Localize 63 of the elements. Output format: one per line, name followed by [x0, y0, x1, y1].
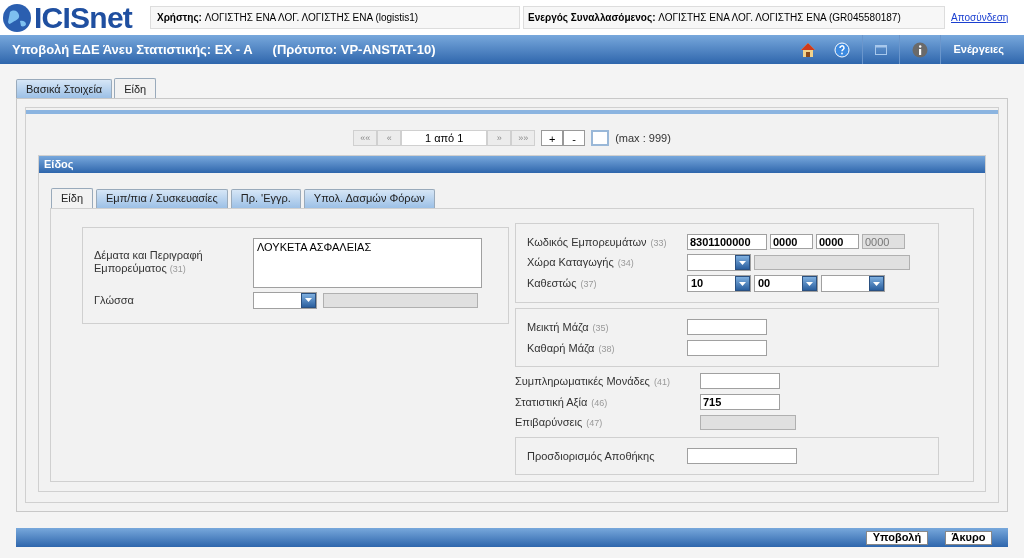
input-field[interactable]: [700, 373, 780, 390]
section-header: Είδος: [39, 155, 985, 173]
input-field[interactable]: 715: [700, 393, 780, 410]
field-label: Στατιστική Αξία: [515, 394, 588, 410]
field-label: Επιβαρύνσεις: [515, 415, 583, 430]
add-button[interactable]: +: [541, 130, 564, 147]
tab[interactable]: Υπολ. Δασμών Φόρων: [303, 188, 435, 208]
field-label: Κωδικός Εμπορευμάτων: [527, 234, 647, 250]
input-field[interactable]: 8301100000: [687, 233, 767, 250]
field-number: (41): [653, 376, 670, 389]
submit-button[interactable]: Υποβολή: [866, 530, 928, 545]
description-textarea[interactable]: ΛΟΥΚΕΤΑ ΑΣΦΑΛΕΙΑΣ: [253, 237, 482, 288]
field-label: Συμπληρωματικές Μονάδες: [515, 374, 650, 389]
field-number: (34): [617, 257, 634, 271]
readonly-field[interactable]: [323, 292, 478, 308]
field-number: (35): [592, 322, 609, 335]
remove-button[interactable]: -: [563, 130, 586, 147]
trader-info: Ενεργός Συναλλασόμενος: ΛΟΓΙΣΤΗΣ ΕΝΑ ΛΟΓ. ΛΟΓΙΣΤΗΣ ΕΝΑ (GR045580187): [523, 6, 945, 29]
dropdown[interactable]: 10: [687, 275, 751, 292]
field-label: Καθαρή Μάζα: [527, 340, 595, 356]
logout-link[interactable]: Αποσύνδεση: [951, 10, 1009, 25]
dropdown[interactable]: [687, 254, 751, 271]
field-label: Μεικτή Μάζα: [527, 320, 589, 335]
cancel-button[interactable]: Άκυρο: [945, 530, 992, 545]
window-icon[interactable]: [875, 44, 888, 55]
dropdown[interactable]: [821, 275, 885, 292]
page-title: Υποβολή ΕΔΕ Άνευ Στατιστικής: EX - A: [12, 40, 253, 59]
readonly-field[interactable]: [754, 255, 910, 270]
input-field[interactable]: 0000: [816, 234, 859, 250]
home-icon[interactable]: [800, 41, 817, 58]
field-label: Χώρα Καταγωγής: [527, 255, 614, 271]
dropdown[interactable]: 00: [754, 275, 818, 292]
field-label: Προσδιορισμός Αποθήκης: [527, 448, 655, 464]
template-name: (Πρότυπο: VP-ANSTAT-10): [272, 40, 436, 59]
actions-menu[interactable]: Ενέργειες: [953, 41, 1012, 58]
globe-logo-icon: [2, 2, 32, 33]
input-field[interactable]: [687, 319, 767, 336]
field-label: Γλώσσα: [94, 292, 134, 308]
field-number: (38): [598, 342, 615, 356]
tab[interactable]: Εμπ/πια / Συσκευασίες: [96, 188, 228, 208]
info-icon[interactable]: [912, 41, 929, 58]
field-label: Καθεστώς: [527, 276, 577, 292]
page-input[interactable]: [591, 130, 610, 147]
readonly-field[interactable]: [700, 414, 796, 430]
page-indicator: 1 από 1: [401, 130, 488, 147]
input-field[interactable]: [687, 447, 797, 464]
field-number: (46): [591, 396, 608, 410]
dropdown[interactable]: [253, 291, 317, 309]
field-number: (47): [586, 417, 603, 430]
tab[interactable]: Βασικά Στοιχεία: [16, 79, 113, 98]
user-info: Χρήστης: ΛΟΓΙΣΤΗΣ ΕΝΑ ΛΟΓ. ΛΟΓΙΣΤΗΣ ΕΝΑ (logistis1): [150, 6, 520, 29]
field-label: Δέματα και Περιγραφή Εμπορεύματος (31): [94, 249, 203, 274]
max-note: (max : 999): [615, 131, 671, 146]
tab[interactable]: Πρ. 'Εγγρ.: [230, 188, 301, 208]
tab[interactable]: Είδη: [114, 78, 157, 99]
input-field[interactable]: [687, 339, 767, 356]
tab[interactable]: Είδη: [51, 187, 94, 209]
logo-text: ICISnet: [34, 2, 133, 33]
help-icon[interactable]: [834, 41, 851, 58]
input-field[interactable]: 0000: [770, 234, 813, 250]
field-number: (37): [580, 278, 597, 292]
field-number: (33): [650, 236, 667, 250]
readonly-field[interactable]: 0000: [862, 234, 905, 250]
